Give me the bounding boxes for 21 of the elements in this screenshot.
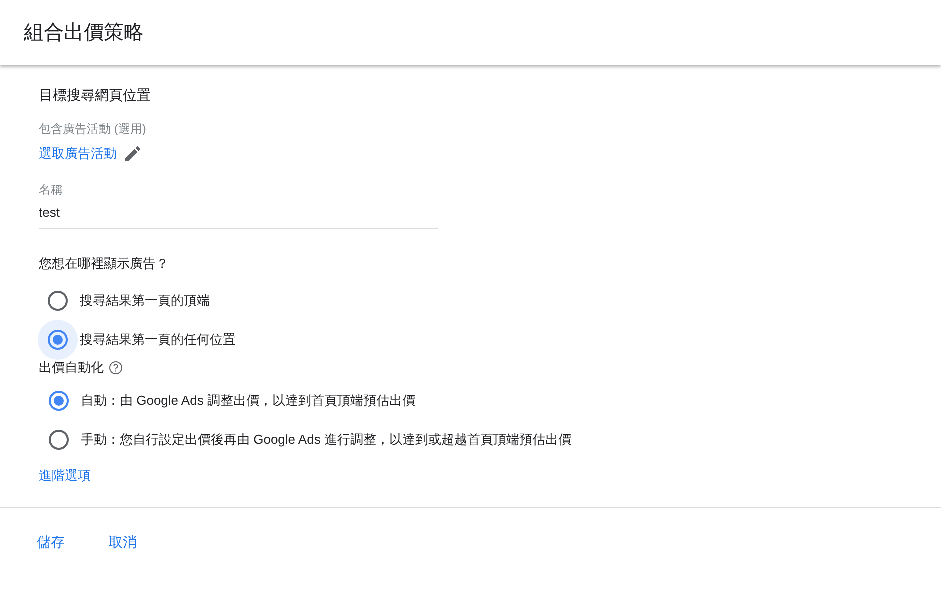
- save-button[interactable]: 儲存: [37, 534, 65, 552]
- select-campaigns-link[interactable]: 選取廣告活動: [39, 145, 117, 163]
- dialog-title: 組合出價策略: [24, 21, 144, 46]
- radio-label[interactable]: 搜尋結果第一頁的任何位置: [80, 330, 236, 348]
- section-label: 出價自動化: [39, 359, 104, 377]
- radio-button[interactable]: [48, 290, 68, 310]
- radio-button[interactable]: [48, 330, 68, 350]
- field-label: 名稱: [39, 182, 64, 199]
- question-label: 您想在哪裡顯示廣告？: [39, 255, 170, 273]
- pencil-icon[interactable]: [123, 144, 143, 164]
- radio-label[interactable]: 自動：由 Google Ads 調整出價，以達到首頁頂端預估出價: [81, 392, 416, 410]
- cancel-button[interactable]: 取消: [109, 534, 137, 552]
- radio-button[interactable]: [49, 390, 69, 410]
- section-title: 目標搜尋網頁位置: [39, 87, 152, 105]
- help-icon[interactable]: [109, 361, 123, 375]
- advanced-options-link[interactable]: 進階選項: [39, 467, 902, 485]
- radio-label[interactable]: 手動：您自行設定出價後再由 Google Ads 進行調整，以達到或超越首頁頂端預估出價: [81, 430, 572, 448]
- name-field[interactable]: test: [39, 199, 438, 229]
- radio-button[interactable]: [49, 430, 69, 450]
- field-label: 包含廣告活動 (選用): [39, 121, 148, 138]
- radio-label[interactable]: 搜尋結果第一頁的頂端: [80, 292, 210, 310]
